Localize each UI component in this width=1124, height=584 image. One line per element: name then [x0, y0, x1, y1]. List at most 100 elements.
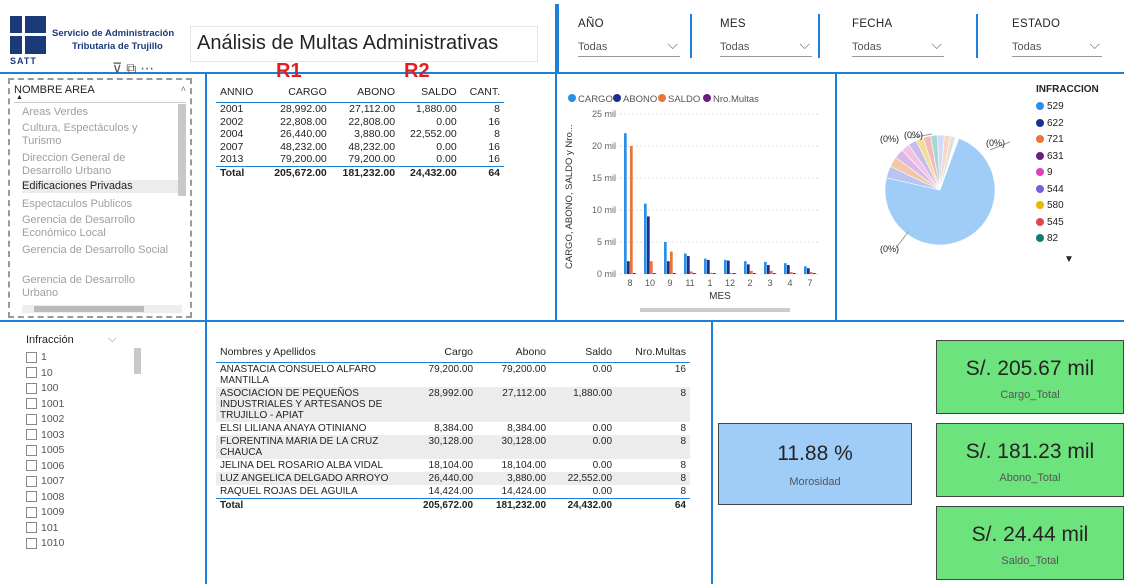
- bar-nro-multas[interactable]: [653, 273, 656, 274]
- col-header[interactable]: SALDO: [399, 86, 461, 103]
- legend-item[interactable]: 631: [1036, 149, 1122, 166]
- bar-cargo[interactable]: [704, 258, 707, 274]
- checkbox[interactable]: [26, 351, 37, 363]
- checkbox-item[interactable]: 1010: [26, 536, 136, 552]
- col-header[interactable]: CARGO: [262, 86, 331, 103]
- col-header[interactable]: Abono: [477, 346, 551, 363]
- checkbox-item[interactable]: 1002: [26, 412, 136, 428]
- horizontal-scrollbar-thumb[interactable]: [34, 306, 144, 312]
- bar-saldo[interactable]: [810, 272, 813, 274]
- area-slicer-header[interactable]: NOMBRE AREA ▲ ˄: [14, 84, 186, 103]
- horizontal-scrollbar[interactable]: [22, 305, 182, 313]
- bar-cargo[interactable]: [784, 263, 787, 274]
- bar-saldo[interactable]: [670, 251, 673, 274]
- bar-saldo[interactable]: [750, 270, 753, 274]
- bar-abono[interactable]: [767, 265, 770, 274]
- bar-abono[interactable]: [787, 265, 790, 274]
- scroll-up-icon[interactable]: ˄: [181, 84, 186, 94]
- bar-abono[interactable]: [707, 259, 710, 274]
- bar-nro-multas[interactable]: [793, 273, 796, 274]
- legend-item[interactable]: 544: [1036, 182, 1122, 199]
- bar-nro-multas[interactable]: [633, 273, 636, 274]
- list-item[interactable]: Areas Verdes: [22, 106, 190, 119]
- filter-date-dropdown[interactable]: Todas ⌵: [852, 34, 944, 57]
- bar-cargo[interactable]: [804, 266, 807, 274]
- bar-saldo[interactable]: [650, 261, 653, 274]
- checkbox[interactable]: [26, 367, 37, 379]
- bar-saldo[interactable]: [710, 272, 713, 274]
- bar-cargo[interactable]: [744, 261, 747, 274]
- checkbox[interactable]: [26, 429, 37, 441]
- bar-cargo[interactable]: [644, 203, 647, 274]
- bar-abono[interactable]: [627, 261, 630, 274]
- chart-scrollbar[interactable]: [640, 308, 790, 312]
- col-header[interactable]: CANT.: [460, 86, 504, 103]
- checkbox[interactable]: [26, 506, 37, 518]
- list-item[interactable]: Gerencia de Desarrollo Urbano: [22, 274, 172, 300]
- bar-nro-multas[interactable]: [773, 273, 776, 274]
- bar-abono[interactable]: [687, 256, 690, 274]
- checkbox[interactable]: [26, 444, 37, 456]
- legend-more-icon[interactable]: ▼: [1064, 254, 1122, 265]
- checkbox-item[interactable]: 101: [26, 521, 136, 537]
- bar-abono[interactable]: [727, 260, 730, 274]
- col-header[interactable]: Nombres y Apellidos: [216, 346, 404, 363]
- list-item[interactable]: Direccion General de Desarrollo Urbano: [22, 152, 172, 178]
- legend-item[interactable]: 82: [1036, 231, 1122, 248]
- legend-item[interactable]: 9: [1036, 165, 1122, 182]
- bar-nro-multas[interactable]: [813, 273, 816, 274]
- bar-saldo[interactable]: [730, 273, 733, 274]
- checkbox-item[interactable]: 1: [26, 350, 136, 366]
- infraccion-slicer-header[interactable]: Infracción ⌵: [26, 333, 136, 346]
- bar-abono[interactable]: [807, 268, 810, 274]
- bar-cargo[interactable]: [764, 261, 767, 274]
- filter-month-dropdown[interactable]: Todas ⌵: [720, 34, 812, 57]
- checkbox[interactable]: [26, 475, 37, 487]
- list-item[interactable]: Gerencia de Desarrollo Económico Local: [22, 214, 172, 240]
- checkbox-item[interactable]: 1006: [26, 459, 136, 475]
- bar-nro-multas[interactable]: [733, 273, 736, 274]
- checkbox-item[interactable]: 1007: [26, 474, 136, 490]
- bar-nro-multas[interactable]: [753, 273, 756, 274]
- checkbox[interactable]: [26, 413, 37, 425]
- bar-saldo[interactable]: [790, 272, 793, 274]
- checkbox-item[interactable]: 10: [26, 366, 136, 382]
- col-header[interactable]: ABONO: [330, 86, 400, 103]
- filter-year-dropdown[interactable]: Todas ⌵: [578, 34, 680, 57]
- bar-abono[interactable]: [667, 261, 670, 274]
- list-item-selected[interactable]: Edificaciones Privadas: [22, 180, 178, 193]
- bar-saldo[interactable]: [770, 270, 773, 274]
- col-header[interactable]: Saldo: [550, 346, 617, 363]
- checkbox-item[interactable]: 100: [26, 381, 136, 397]
- bar-cargo[interactable]: [624, 133, 627, 274]
- bar-saldo[interactable]: [630, 146, 633, 274]
- bar-cargo[interactable]: [724, 259, 727, 274]
- legend-item[interactable]: 580: [1036, 198, 1122, 215]
- list-item[interactable]: Cultura, Espectáculos y Turismo: [22, 122, 172, 148]
- checkbox[interactable]: [26, 522, 37, 534]
- bar-abono[interactable]: [647, 216, 650, 274]
- legend-item[interactable]: 622: [1036, 116, 1122, 133]
- legend-item[interactable]: 529: [1036, 99, 1122, 116]
- bar-nro-multas[interactable]: [673, 273, 676, 274]
- legend-item[interactable]: 721: [1036, 132, 1122, 149]
- checkbox-item[interactable]: 1005: [26, 443, 136, 459]
- filter-icon[interactable]: ⊽: [112, 60, 126, 76]
- col-header[interactable]: ANNIO: [216, 86, 263, 103]
- checkbox-item[interactable]: 1009: [26, 505, 136, 521]
- list-item[interactable]: Gerencia de Desarrollo Social: [22, 244, 172, 257]
- more-options-icon[interactable]: ⋯: [140, 60, 158, 76]
- bar-nro-multas[interactable]: [713, 273, 716, 274]
- checkbox[interactable]: [26, 491, 37, 503]
- checkbox-item[interactable]: 1008: [26, 490, 136, 506]
- col-header[interactable]: Nro.Multas: [616, 346, 690, 363]
- bar-abono[interactable]: [747, 264, 750, 274]
- vertical-scrollbar[interactable]: [178, 104, 186, 196]
- checkbox-item[interactable]: 1003: [26, 428, 136, 444]
- checkbox[interactable]: [26, 537, 37, 549]
- bar-nro-multas[interactable]: [693, 273, 696, 274]
- checkbox[interactable]: [26, 382, 37, 394]
- list-item[interactable]: Espectaculos Publicos: [22, 198, 190, 211]
- checkbox-item[interactable]: 1001: [26, 397, 136, 413]
- bar-cargo[interactable]: [664, 242, 667, 274]
